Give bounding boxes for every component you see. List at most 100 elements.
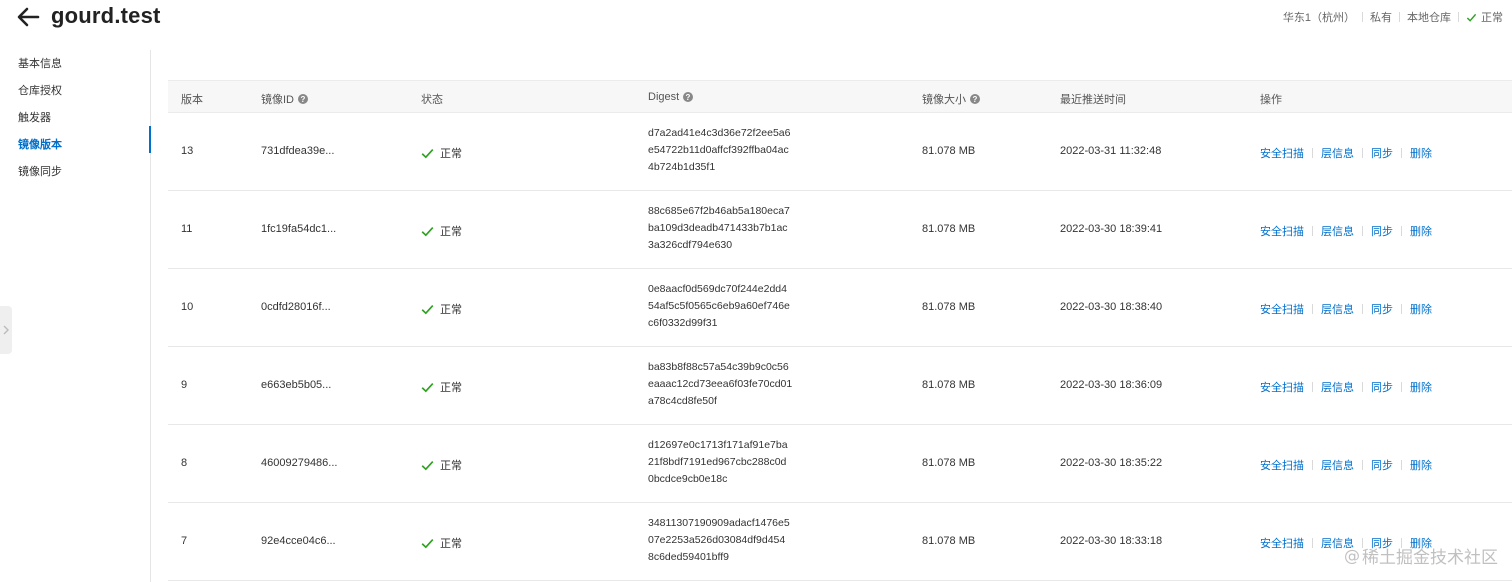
image-id-cell: e663eb5b05... bbox=[261, 379, 332, 391]
back-arrow-icon[interactable] bbox=[16, 6, 40, 28]
security-scan-link[interactable]: 安全扫描 bbox=[1260, 145, 1304, 161]
page-title: gourd.test bbox=[51, 3, 161, 28]
table-row: 8 46009279486... 正常 d12697e0c1713f171af91e7… bbox=[168, 425, 1512, 503]
push-time-cell: 2022-03-30 18:36:09 bbox=[1060, 379, 1163, 391]
digest-cell[interactable]: 34811307190909adacf1476e5 07e2253a526d030… bbox=[648, 515, 790, 566]
divider bbox=[1458, 12, 1459, 22]
column-header-status: 状态 bbox=[421, 94, 443, 106]
digest-line: ba83b8f88c57a54c39b9c0c56 bbox=[648, 361, 789, 373]
push-time-cell: 2022-03-30 18:39:41 bbox=[1060, 223, 1163, 235]
column-header-size: 镜像大小 ? bbox=[922, 91, 980, 107]
svg-text:?: ? bbox=[973, 95, 978, 104]
column-header-label: 镜像ID bbox=[261, 94, 294, 106]
digest-cell[interactable]: d7a2ad41e4c3d36e72f2ee5a6 e54722b11d0affc… bbox=[648, 125, 790, 176]
table-row: 7 92e4cce04c6... 正常 34811307190909adacf1476… bbox=[168, 503, 1512, 581]
divider bbox=[1312, 226, 1313, 236]
watermark-at: @ bbox=[1344, 546, 1360, 565]
version-cell: 13 bbox=[181, 145, 194, 157]
layer-info-link[interactable]: 层信息 bbox=[1321, 223, 1354, 239]
push-time-cell: 2022-03-30 18:38:40 bbox=[1060, 301, 1163, 313]
delete-link[interactable]: 删除 bbox=[1410, 301, 1432, 317]
status-cell: 正常 bbox=[421, 223, 462, 239]
digest-cell[interactable]: d12697e0c1713f171af91e7ba 21f8bdf7191ed96… bbox=[648, 437, 788, 488]
sidebar-collapse-toggle[interactable] bbox=[0, 306, 12, 354]
sync-link[interactable]: 同步 bbox=[1371, 145, 1393, 161]
security-scan-link[interactable]: 安全扫描 bbox=[1260, 457, 1304, 473]
sync-link[interactable]: 同步 bbox=[1371, 301, 1393, 317]
divider bbox=[1312, 382, 1313, 392]
version-cell: 8 bbox=[181, 457, 188, 469]
divider bbox=[1401, 460, 1402, 470]
divider bbox=[1362, 304, 1363, 314]
sidebar-item-image-versions[interactable]: 镜像版本 bbox=[18, 136, 62, 152]
table-row: 11 1fc19fa54dc1... 正常 88c685e67f2b46ab5a180… bbox=[168, 191, 1512, 269]
chevron-right-icon bbox=[3, 325, 9, 335]
column-header-actions: 操作 bbox=[1260, 94, 1282, 106]
divider bbox=[1362, 382, 1363, 392]
version-cell: 7 bbox=[181, 535, 188, 547]
layer-info-link[interactable]: 层信息 bbox=[1321, 145, 1354, 161]
layer-info-link[interactable]: 层信息 bbox=[1321, 301, 1354, 317]
column-header-digest: Digest ? bbox=[648, 91, 694, 103]
divider bbox=[1312, 148, 1313, 158]
column-header-label: 镜像大小 bbox=[922, 94, 966, 106]
divider bbox=[1312, 460, 1313, 470]
check-icon bbox=[421, 382, 434, 392]
image-id-cell: 731dfdea39e... bbox=[261, 145, 335, 157]
sidebar-item-image-sync[interactable]: 镜像同步 bbox=[18, 163, 62, 179]
image-id-cell: 1fc19fa54dc1... bbox=[261, 223, 337, 235]
table-row: 10 0cdfd28016f... 正常 0e8aacf0d569dc70f244e2… bbox=[168, 269, 1512, 347]
table-row: 9 e663eb5b05... 正常 ba83b8f88c57a54c39b9c0c5… bbox=[168, 347, 1512, 425]
digest-line: eaaac12cd73eea6f03fe70cd01 bbox=[648, 378, 793, 390]
sidebar-item-triggers[interactable]: 触发器 bbox=[18, 109, 51, 125]
digest-cell[interactable]: ba83b8f88c57a54c39b9c0c56 eaaac12cd73eea6… bbox=[648, 359, 792, 410]
visibility-label: 私有 bbox=[1370, 12, 1392, 24]
delete-link[interactable]: 删除 bbox=[1410, 223, 1432, 239]
region-label: 华东1（杭州） bbox=[1282, 12, 1355, 24]
digest-line: 4b724b1d35f1 bbox=[648, 161, 716, 173]
digest-cell[interactable]: 88c685e67f2b46ab5a180eca7 ba109d3deadb471… bbox=[648, 203, 790, 254]
status-cell: 正常 bbox=[421, 535, 462, 551]
divider bbox=[1362, 148, 1363, 158]
sidebar-item-basic-info[interactable]: 基本信息 bbox=[18, 55, 62, 71]
security-scan-link[interactable]: 安全扫描 bbox=[1260, 379, 1304, 395]
help-circle-icon[interactable]: ? bbox=[298, 94, 308, 104]
sync-link[interactable]: 同步 bbox=[1371, 379, 1393, 395]
status-text: 正常 bbox=[440, 304, 462, 316]
layer-info-link[interactable]: 层信息 bbox=[1321, 457, 1354, 473]
status-cell: 正常 bbox=[421, 301, 462, 317]
security-scan-link[interactable]: 安全扫描 bbox=[1260, 223, 1304, 239]
digest-line: 0e8aacf0d569dc70f244e2dd4 bbox=[648, 283, 787, 295]
help-circle-icon[interactable]: ? bbox=[683, 92, 694, 102]
delete-link[interactable]: 删除 bbox=[1410, 457, 1432, 473]
delete-link[interactable]: 删除 bbox=[1410, 379, 1432, 395]
divider bbox=[1312, 538, 1313, 548]
version-cell: 9 bbox=[181, 379, 188, 391]
help-circle-icon[interactable]: ? bbox=[970, 94, 980, 104]
sidebar-item-repo-auth[interactable]: 仓库授权 bbox=[18, 82, 62, 98]
sync-link[interactable]: 同步 bbox=[1371, 457, 1393, 473]
svg-text:?: ? bbox=[301, 95, 306, 104]
sync-link[interactable]: 同步 bbox=[1371, 223, 1393, 239]
status-cell: 正常 bbox=[421, 145, 462, 161]
repo-meta: 华东1（杭州） 私有 本地仓库 正常 bbox=[1283, 9, 1503, 25]
digest-line: 21f8bdf7191ed967cbc288c0d bbox=[648, 456, 787, 468]
sidebar: 基本信息 仓库授权 触发器 镜像版本 镜像同步 bbox=[0, 50, 151, 582]
column-header-push-time: 最近推送时间 bbox=[1060, 94, 1126, 106]
digest-line: e54722b11d0affcf392ffba04ac bbox=[648, 144, 789, 156]
delete-link[interactable]: 删除 bbox=[1410, 145, 1432, 161]
status-cell: 正常 bbox=[421, 457, 462, 473]
size-cell: 81.078 MB bbox=[922, 145, 976, 157]
divider bbox=[1401, 148, 1402, 158]
divider bbox=[1362, 12, 1363, 22]
security-scan-link[interactable]: 安全扫描 bbox=[1260, 535, 1304, 551]
repo-type-label: 本地仓库 bbox=[1407, 12, 1451, 24]
version-cell: 11 bbox=[181, 223, 193, 235]
layer-info-link[interactable]: 层信息 bbox=[1321, 379, 1354, 395]
divider bbox=[1401, 382, 1402, 392]
digest-line: 34811307190909adacf1476e5 bbox=[648, 517, 790, 529]
digest-cell[interactable]: 0e8aacf0d569dc70f244e2dd4 54af5c5f0565c6e… bbox=[648, 281, 790, 332]
security-scan-link[interactable]: 安全扫描 bbox=[1260, 301, 1304, 317]
check-icon bbox=[421, 304, 434, 314]
check-icon bbox=[421, 148, 434, 158]
